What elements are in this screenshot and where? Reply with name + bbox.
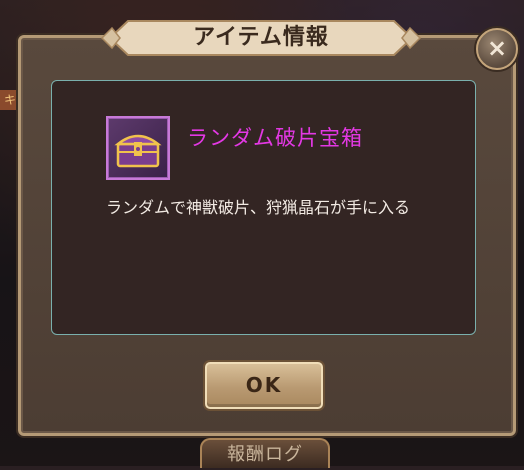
close-button[interactable]: ×: [476, 28, 518, 70]
item-name: ランダム破片宝箱: [187, 126, 363, 150]
treasure-chest-icon: [114, 134, 162, 168]
dialog-title: アイテム情報: [193, 25, 329, 50]
reward-log-tab[interactable]: 報酬ログ: [200, 438, 330, 468]
item-description: ランダムで神獣破片、狩猟晶石が手に入る: [106, 198, 411, 217]
side-tab: キ: [0, 90, 20, 110]
close-icon[interactable]: ×: [487, 34, 507, 62]
title-banner: アイテム情報: [100, 17, 422, 59]
item-icon-frame: [106, 116, 170, 180]
ok-button[interactable]: OK: [205, 362, 323, 409]
